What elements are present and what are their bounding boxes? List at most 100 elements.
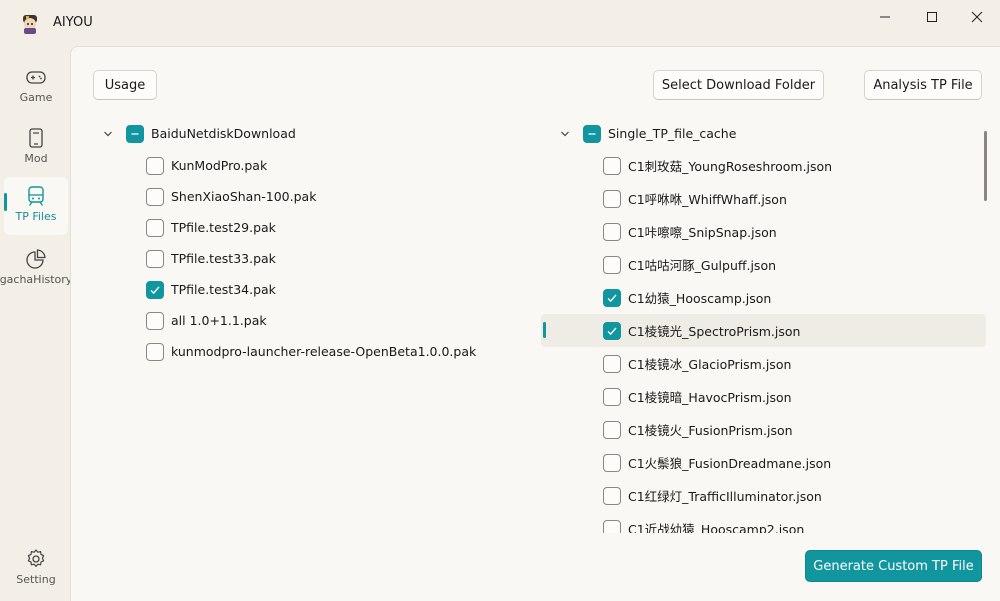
selection-indicator	[543, 322, 546, 338]
tree-item[interactable]: C1咕咕河豚_Gulpuff.json	[603, 248, 776, 281]
generate-custom-tp-file-button[interactable]: Generate Custom TP File	[805, 550, 982, 582]
tree-item-label: C1幼猿_Hooscamp.json	[628, 291, 772, 306]
tree-item-label: C1咕咕河豚_Gulpuff.json	[628, 258, 777, 273]
app-title: AIYOU	[53, 15, 93, 30]
tree-item[interactable]: all 1.0+1.1.pak	[146, 304, 267, 337]
sidebar: Game Mod TP Files gachaHistory Setting	[0, 46, 72, 600]
checkbox[interactable]	[146, 249, 164, 268]
maximize-icon	[927, 12, 937, 22]
tree-item-label: BaiduNetdiskDownload	[151, 126, 296, 141]
main-panel: Usage Select Download Folder Analysis TP…	[70, 46, 1000, 601]
sidebar-item-tp-files[interactable]: TP Files	[4, 177, 68, 235]
checkbox[interactable]	[603, 255, 621, 274]
tree-item-label: C1火鬃狼_FusionDreadmane.json	[628, 456, 832, 471]
tree-item-label: KunModPro.pak	[171, 158, 268, 173]
pie-chart-icon	[25, 248, 47, 270]
tree-item[interactable]: ShenXiaoShan-100.pak	[146, 180, 316, 213]
sidebar-item-mod[interactable]: Mod	[4, 119, 68, 177]
phone-icon	[25, 127, 47, 149]
tree-item[interactable]: C1棱镜火_FusionPrism.json	[603, 413, 793, 446]
tree-item-label: C1棱镜光_SpectroPrism.json	[628, 324, 801, 339]
chevron-down-icon[interactable]	[103, 129, 113, 139]
scrollbar-thumb[interactable]	[984, 131, 987, 201]
sidebar-item-label: TP Files	[15, 210, 57, 223]
tree-item[interactable]: C1红绿灯_TrafficIlluminator.json	[603, 479, 822, 512]
train-icon	[25, 185, 47, 207]
tree-item[interactable]: TPfile.test34.pak	[146, 273, 276, 306]
tree-item-label: C1棱镜火_FusionPrism.json	[628, 423, 793, 438]
usage-button[interactable]: Usage	[93, 70, 157, 100]
minimize-button[interactable]	[862, 0, 908, 34]
checkbox[interactable]	[603, 519, 621, 533]
checked-checkbox[interactable]	[146, 280, 164, 299]
tree-item[interactable]: C1棱镜冰_GlacioPrism.json	[603, 347, 791, 380]
minimize-icon	[880, 16, 890, 18]
tree-item-label: TPfile.test33.pak	[171, 251, 276, 266]
sidebar-item-label: gachaHistory	[0, 273, 73, 286]
tree-item[interactable]: TPfile.test29.pak	[146, 211, 276, 244]
tree-item-label: C1棱镜暗_HavocPrism.json	[628, 390, 792, 405]
checkmark-icon	[150, 285, 160, 294]
checkbox[interactable]	[146, 156, 164, 175]
checkbox[interactable]	[146, 342, 164, 361]
title-bar: AIYOU	[0, 0, 1000, 46]
sidebar-item-label: Mod	[24, 152, 48, 165]
checkbox[interactable]	[603, 189, 621, 208]
tree-item[interactable]: C1刺玫菇_YoungRoseshroom.json	[603, 149, 832, 182]
tree-item[interactable]: C1咔嚓嚓_SnipSnap.json	[603, 215, 777, 248]
chevron-down-icon[interactable]	[560, 129, 570, 139]
checked-checkbox[interactable]	[603, 321, 621, 340]
checkbox[interactable]	[146, 218, 164, 237]
tree-item[interactable]: TPfile.test33.pak	[146, 242, 276, 275]
tree-item-label: C1棱镜冰_GlacioPrism.json	[628, 357, 792, 372]
tree-item[interactable]: C1幼猿_Hooscamp.json	[603, 281, 771, 314]
tree-item-label: TPfile.test29.pak	[171, 220, 276, 235]
dash-icon	[588, 132, 596, 135]
checkbox[interactable]	[603, 453, 621, 472]
dash-icon	[131, 132, 139, 135]
tree-item-label: ShenXiaoShan-100.pak	[171, 189, 317, 204]
tree-item[interactable]: kunmodpro-launcher-release-OpenBeta1.0.0…	[146, 335, 476, 368]
checkmark-icon	[607, 326, 617, 335]
checkmark-icon	[607, 293, 617, 302]
checkbox[interactable]	[603, 486, 621, 505]
active-nav-indicator	[4, 193, 7, 211]
checkbox[interactable]	[603, 420, 621, 439]
right-tree-viewport: C1刺玫菇_YoungRoseshroom.json C1呼咻咻_WhiffWha…	[541, 149, 991, 533]
sidebar-item-gachahistory[interactable]: gachaHistory	[0, 240, 72, 298]
select-download-folder-button[interactable]: Select Download Folder	[653, 70, 824, 100]
tree-item-label: TPfile.test34.pak	[171, 282, 276, 297]
gamepad-icon	[25, 66, 47, 88]
tree-item[interactable]: C1棱镜光_SpectroPrism.json	[603, 314, 800, 347]
analysis-tp-file-button[interactable]: Analysis TP File	[864, 70, 982, 100]
tree-item[interactable]: C1火鬃狼_FusionDreadmane.json	[603, 446, 831, 479]
tree-item[interactable]: C1近战幼猿_Hooscamp2.json	[603, 512, 804, 533]
tree-item[interactable]: C1呼咻咻_WhiffWhaff.json	[603, 182, 787, 215]
tree-item-label: Single_TP_file_cache	[608, 126, 737, 141]
maximize-button[interactable]	[909, 0, 955, 34]
tree-item[interactable]: C1棱镜暗_HavocPrism.json	[603, 380, 792, 413]
sidebar-item-setting[interactable]: Setting	[4, 540, 68, 598]
tree-root-baidunetdiskdownload[interactable]: BaiduNetdiskDownload	[126, 117, 296, 150]
checkbox[interactable]	[146, 187, 164, 206]
tree-item-label: C1咔嚓嚓_SnipSnap.json	[628, 225, 777, 240]
tree-item-label: kunmodpro-launcher-release-OpenBeta1.0.0…	[171, 344, 477, 359]
checkbox[interactable]	[603, 156, 621, 175]
sidebar-item-game[interactable]: Game	[4, 58, 68, 116]
tree-root-single-tp-file-cache[interactable]: Single_TP_file_cache	[583, 117, 736, 150]
checkbox[interactable]	[146, 311, 164, 330]
tree-item-label: C1近战幼猿_Hooscamp2.json	[628, 522, 805, 533]
tree-item-label: C1刺玫菇_YoungRoseshroom.json	[628, 159, 833, 174]
checkbox[interactable]	[603, 222, 621, 241]
tree-item-label: C1呼咻咻_WhiffWhaff.json	[628, 192, 787, 207]
tree-item-label: C1红绿灯_TrafficIlluminator.json	[628, 489, 822, 504]
checked-checkbox[interactable]	[603, 288, 621, 307]
partial-checkbox[interactable]	[126, 124, 144, 143]
sidebar-item-label: Game	[19, 91, 53, 104]
checkbox[interactable]	[603, 354, 621, 373]
tree-item[interactable]: KunModPro.pak	[146, 149, 267, 182]
checkbox[interactable]	[603, 387, 621, 406]
gear-icon	[25, 548, 47, 570]
partial-checkbox[interactable]	[583, 124, 601, 143]
close-button[interactable]	[954, 0, 1000, 34]
